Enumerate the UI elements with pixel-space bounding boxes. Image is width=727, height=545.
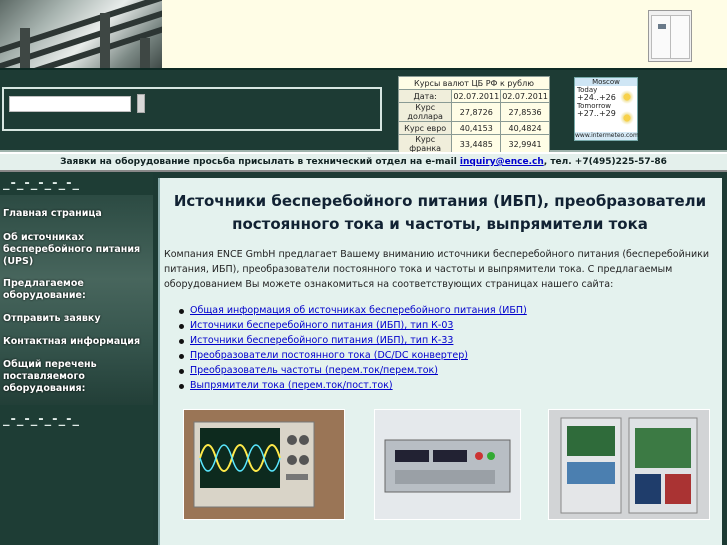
link-ups-general[interactable]: Общая информация об источниках бесперебо…: [190, 305, 527, 316]
rate-value: 27,8536: [500, 102, 550, 122]
rate-label: Курс франка: [397, 134, 453, 154]
search-input[interactable]: [9, 96, 131, 112]
rate-value: 33,4485: [451, 134, 502, 154]
notice-phone: , тел. +7(495)225-57-86: [543, 157, 667, 167]
rectifier-cabinet-photo[interactable]: [548, 409, 710, 520]
notice-bar: Заявки на оборудование просьба присылать…: [0, 152, 727, 172]
link-frequency-converter[interactable]: Преобразователь частоты (перем.ток/перем…: [190, 365, 438, 376]
sun-icon: [620, 111, 634, 125]
weather-widget[interactable]: Moscow Today +24..+26 Tomorrow +27..+29 …: [574, 77, 639, 141]
bullet: [179, 369, 184, 374]
rate-value: 40,4824: [500, 121, 550, 135]
header-industrial-photo: [0, 0, 162, 68]
nav-equipment[interactable]: Предлагаемое оборудование:: [3, 278, 143, 302]
rates-date-label: Дата:: [397, 89, 453, 103]
rate-value: 40,4153: [451, 121, 502, 135]
nav-home[interactable]: Главная страница: [3, 208, 143, 220]
sidebar-decoration-bottom: _-_-_-_-_-_: [3, 412, 80, 427]
bullet: [179, 324, 184, 329]
nav-equipment-list[interactable]: Общий перечень поставляемого оборудовани…: [3, 359, 143, 395]
rates-date-1: 02.07.2011: [451, 89, 502, 103]
link-rectifiers[interactable]: Выпрямители тока (перем.ток/пост.ток): [190, 380, 393, 391]
sidebar-decoration-top: _-_-_-_-_-_: [3, 176, 80, 191]
currency-rates-table: Курсы валют ЦБ РФ к рублю Дата: 02.07.20…: [397, 76, 550, 154]
rate-value: 27,8726: [451, 102, 502, 122]
rate-label: Курс евро: [397, 121, 453, 135]
link-ups-k03[interactable]: Источники бесперебойного питания (ИБП), …: [190, 320, 453, 331]
bullet: [179, 339, 184, 344]
nav-send-request[interactable]: Отправить заявку: [3, 313, 143, 325]
email-link[interactable]: inquiry@ence.ch: [460, 157, 544, 167]
rate-value: 32,9941: [500, 134, 550, 154]
bullet: [179, 384, 184, 389]
search-button[interactable]: [137, 94, 145, 113]
nav-about-ups[interactable]: Об источниках бесперебойного питания (UP…: [3, 232, 143, 268]
weather-site-link[interactable]: www.intermeteo.com: [575, 132, 639, 140]
page-title: Источники бесперебойного питания (ИБП), …: [173, 192, 707, 233]
sun-icon: [620, 90, 634, 104]
weather-city: Moscow: [575, 78, 637, 86]
notice-text: Заявки на оборудование просьба присылать…: [60, 157, 460, 167]
nav-contacts[interactable]: Контактная информация: [3, 336, 143, 348]
bullet: [179, 309, 184, 314]
rates-title: Курсы валют ЦБ РФ к рублю: [398, 76, 550, 90]
dcdc-converter-photo[interactable]: [374, 409, 521, 520]
oscilloscope-photo[interactable]: [183, 409, 345, 520]
intro-paragraph: Компания ENCE GmbH предлагает Вашему вни…: [164, 249, 710, 290]
rates-date-2: 02.07.2011: [500, 89, 550, 103]
rate-label: Курс доллара: [397, 102, 453, 122]
link-ups-k33[interactable]: Источники бесперебойного питания (ИБП), …: [190, 335, 453, 346]
ups-cabinet-image: [648, 10, 692, 62]
link-dcdc-converter[interactable]: Преобразователи постоянного тока (DC/DC …: [190, 350, 468, 361]
bullet: [179, 354, 184, 359]
